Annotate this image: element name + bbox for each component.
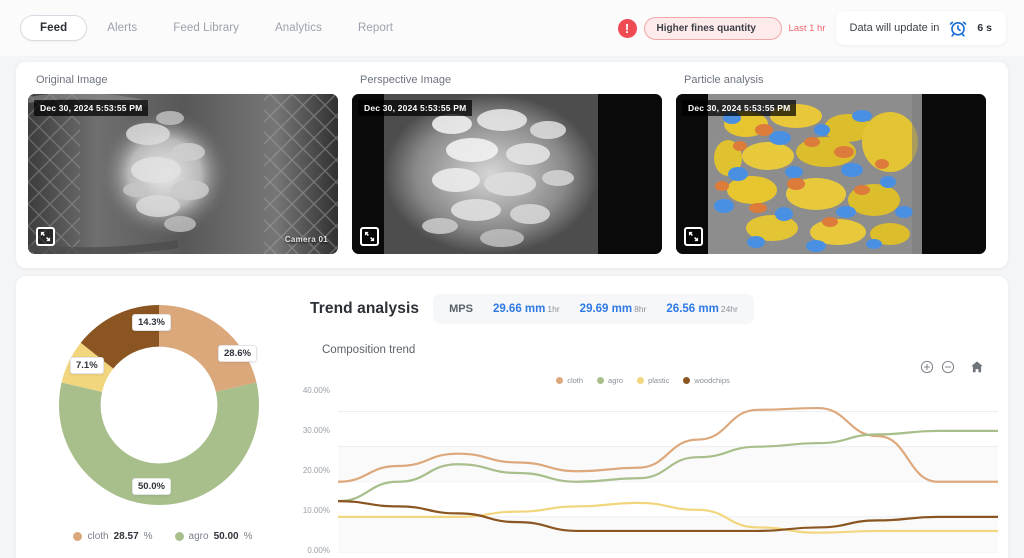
trend-legend-dot-woodchips [683,377,691,384]
tab-alerts[interactable]: Alerts [91,15,153,41]
expand-icon[interactable] [684,227,703,246]
alert-banner[interactable]: ! Higher fines quantity Last 1 hr [617,16,826,40]
particle-analysis-frame[interactable]: Dec 30, 2024 5:53:55 PM [676,94,986,254]
page-title: Trend analysis [310,300,420,317]
legend-item-cloth[interactable]: cloth 28.57 % [73,531,153,542]
alert-message[interactable]: Higher fines quantity [643,16,782,40]
main-navigation: Feed Alerts Feed Library Analytics Repor… [20,15,409,41]
images-panel: Original Image Dec 30, 2024 5:53:55 PM C… [16,62,1008,268]
tab-feed-library[interactable]: Feed Library [157,15,255,41]
mps-8hr-unit: 8hr [634,304,647,314]
chart-toolbar [920,360,984,374]
mps-8hr-number: 29.69 mm [579,303,633,315]
legend-item-agro[interactable]: agro 50.00 % [174,531,253,542]
tab-report[interactable]: Report [342,15,409,41]
trend-legend-dot-cloth [556,377,564,384]
y-tick-10: 10.00% [302,506,330,515]
trend-legend-woodchips[interactable]: woodchips [683,376,730,385]
original-image-frame[interactable]: Dec 30, 2024 5:53:55 PM Camera 01 [28,94,338,254]
mps-label: MPS [449,303,473,315]
trend-legend-label-agro: agro [608,376,624,385]
legend-dot-cloth [73,532,83,541]
composition-trend-chart[interactable]: 40.00% 30.00% 20.00% 10.00% 0.00% [286,386,998,558]
particle-analysis-content [676,94,986,254]
donut-label-woodchips: 14.3% [132,314,171,331]
mps-value-8hr[interactable]: 29.69 mm 8hr [580,303,647,315]
zoom-in-icon[interactable] [920,360,934,374]
y-tick-40: 40.00% [302,386,330,395]
perspective-image-content [352,94,662,254]
image-title: Particle analysis [684,74,764,86]
tab-analytics[interactable]: Analytics [259,15,338,41]
image-title: Perspective Image [360,74,452,86]
trend-analysis-section: Trend analysis MPS 29.66 mm 1hr 29.69 mm 8… [294,288,998,555]
home-icon[interactable] [970,360,984,374]
mps-24hr-unit: 24hr [720,304,738,314]
data-update-box: Data will update in 6 s [835,11,1006,45]
header-right-group: ! Higher fines quantity Last 1 hr Data w… [617,11,1006,45]
donut-legend: cloth 28.57 % agro 50.00 % [32,531,294,542]
y-tick-30: 30.00% [302,426,330,435]
image-row: Original Image Dec 30, 2024 5:53:55 PM C… [28,72,996,254]
legend-dot-agro [174,532,184,541]
legend-value-agro: 50.00 [213,531,239,542]
trend-legend-dot-agro [597,377,605,384]
y-tick-0: 0.00% [307,546,330,555]
app-root: Feed Alerts Feed Library Analytics Repor… [0,0,1024,558]
legend-label-cloth: cloth [87,531,109,542]
image-panel-particle: Particle analysis Dec 30, 2024 5:53:55 P… [676,72,986,254]
trend-legend-cloth[interactable]: cloth [556,376,583,385]
image-timestamp: Dec 30, 2024 5:53:55 PM [358,100,473,116]
app-header: Feed Alerts Feed Library Analytics Repor… [0,0,1024,56]
mps-value-1hr[interactable]: 29.66 mm 1hr [493,303,560,315]
legend-pct-agro: % [243,531,253,542]
legend-value-cloth: 28.57 [113,531,139,542]
donut-label-agro: 50.0% [132,478,171,495]
alert-time-range: Last 1 hr [788,22,826,34]
composition-donut-section: 14.3% 28.6% 7.1% 50.0% cloth 28.57 % agr… [32,288,294,554]
legend-pct-cloth: % [143,531,153,542]
mps-24hr-number: 26.56 mm [666,303,719,315]
trend-legend-agro[interactable]: agro [597,376,623,385]
original-image-content [28,94,338,254]
composition-trend-title: Composition trend [322,344,416,356]
donut-label-cloth: 28.6% [218,345,257,362]
trend-chart-legend: cloth agro plastic woodchips [294,376,992,385]
trend-legend-label-cloth: cloth [567,376,584,385]
donut-chart[interactable]: 14.3% 28.6% 7.1% 50.0% [44,296,274,514]
trend-plot-svg [338,406,998,553]
trend-header: Trend analysis MPS 29.66 mm 1hr 29.69 mm 8… [310,294,992,324]
exclamation-circle-icon: ! [617,18,637,38]
y-tick-20: 20.00% [302,466,330,475]
perspective-image-frame[interactable]: Dec 30, 2024 5:53:55 PM [352,94,662,254]
legend-label-agro: agro [188,531,209,542]
trend-legend-plastic[interactable]: plastic [637,376,669,385]
mps-summary: MPS 29.66 mm 1hr 29.69 mm 8hr 26.56 mm 24hr [433,294,754,324]
mps-1hr-number: 29.66 mm [492,303,546,315]
image-timestamp: Dec 30, 2024 5:53:55 PM [34,100,149,116]
image-panel-perspective: Perspective Image Dec 30, 2024 5:53:55 P… [352,72,662,254]
trend-legend-label-plastic: plastic [648,376,670,385]
image-timestamp: Dec 30, 2024 5:53:55 PM [682,100,797,116]
image-panel-original: Original Image Dec 30, 2024 5:53:55 PM C… [28,72,338,254]
donut-label-plastic: 7.1% [70,357,104,374]
zoom-out-icon[interactable] [941,360,955,374]
alarm-clock-icon [948,18,968,38]
expand-icon[interactable] [36,227,55,246]
image-title: Original Image [36,74,108,86]
update-seconds: 6 s [977,22,992,34]
mps-value-24hr[interactable]: 26.56 mm 24hr [666,303,737,315]
trend-legend-dot-plastic [637,377,645,384]
analysis-panel: 14.3% 28.6% 7.1% 50.0% cloth 28.57 % agr… [16,276,1008,558]
camera-label: Camera 01 [284,235,328,244]
tab-feed[interactable]: Feed [20,15,88,41]
update-label: Data will update in [849,22,940,34]
expand-icon[interactable] [360,227,379,246]
trend-legend-label-woodchips: woodchips [694,376,730,385]
mps-1hr-unit: 1hr [547,304,560,314]
